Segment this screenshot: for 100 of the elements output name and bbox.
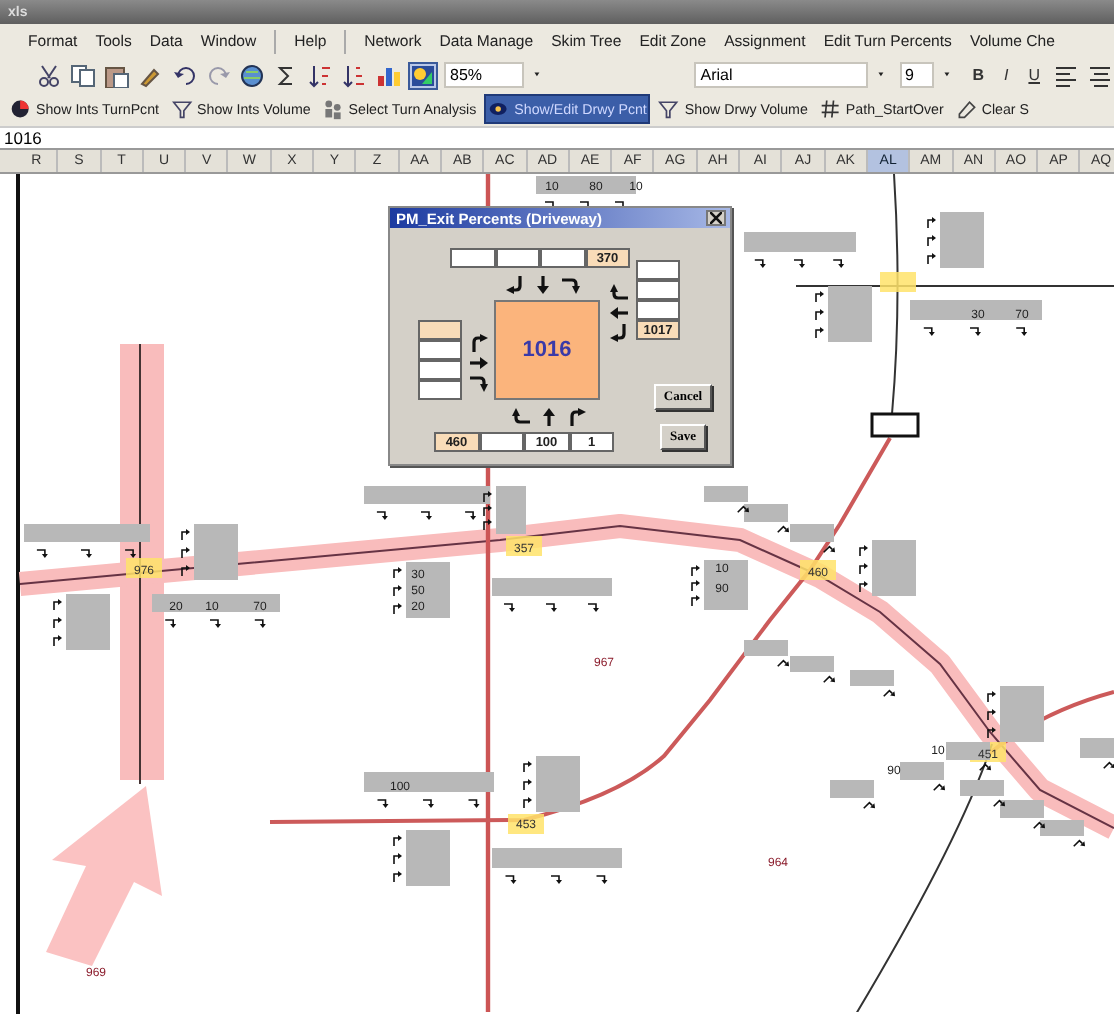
lane-block [828, 286, 872, 342]
eye-icon [488, 98, 511, 120]
globe-icon[interactable] [240, 63, 266, 87]
turn-arrow-icon [467, 799, 480, 808]
lane-block [496, 486, 526, 534]
turn-arrow-icon [545, 603, 557, 612]
turn-arrow-icon [969, 327, 981, 336]
lane-block [406, 562, 450, 618]
sort-descending-icon[interactable] [342, 63, 368, 87]
lane-block [24, 524, 150, 542]
dropdown-field[interactable]: 9 [899, 62, 935, 88]
turn-arrow-icon [978, 763, 992, 772]
turn-arrow-icon [595, 875, 608, 884]
turn-arrow-icon [512, 407, 530, 425]
turn-arrow-icon [862, 801, 876, 810]
turn-arrow-icon [164, 619, 177, 628]
input-field[interactable] [450, 248, 495, 268]
turn-arrow-icon [469, 333, 487, 351]
undo-icon[interactable] [172, 63, 198, 87]
lane-block [940, 212, 984, 268]
turn-arrow-icon [832, 259, 845, 268]
chart-icon[interactable] [376, 63, 402, 87]
input-field[interactable] [479, 432, 524, 452]
dropdown-field[interactable]: 85% [444, 62, 524, 88]
turn-arrow-icon [587, 603, 599, 612]
lane-block [850, 670, 894, 686]
turn-arrow-icon [568, 407, 586, 425]
pie-icon [10, 98, 32, 120]
input-field[interactable] [418, 380, 462, 400]
node-box[interactable] [870, 412, 920, 438]
underline-button[interactable]: U [1022, 66, 1046, 84]
turn-arrow-icon [124, 549, 137, 558]
lane-block [364, 486, 490, 504]
turn-arrow-icon [793, 259, 805, 268]
brush-icon[interactable] [138, 63, 164, 87]
bold-button[interactable]: B [966, 66, 990, 84]
turn-arrow-icon [503, 603, 515, 612]
lane-block [790, 524, 834, 542]
turn-arrow-icon [932, 783, 946, 792]
cut-icon[interactable] [36, 63, 62, 87]
turn-arrow-icon [992, 799, 1006, 808]
input-field[interactable] [540, 248, 585, 268]
turn-arrow-icon [1015, 327, 1028, 336]
lane-block [406, 830, 450, 886]
drawing-icon[interactable] [410, 63, 436, 87]
lane-block [536, 756, 580, 812]
lane-block [492, 578, 612, 596]
intersection-highlight [800, 560, 836, 580]
input-field[interactable] [636, 300, 680, 320]
turn-arrow-icon [469, 373, 487, 391]
intersection-highlight [880, 272, 916, 292]
lane-block [744, 504, 788, 522]
lane-block [900, 762, 944, 780]
turn-arrow-icon [376, 799, 389, 808]
turn-arrow-icon [822, 675, 836, 684]
lane-block [910, 300, 1042, 320]
paste-icon[interactable] [104, 63, 130, 87]
turn-arrow-icon [609, 324, 627, 342]
input-field[interactable] [418, 340, 462, 360]
input-field[interactable] [418, 360, 462, 380]
input-field[interactable] [418, 320, 462, 340]
close-icon [710, 212, 722, 224]
people-icon [322, 98, 345, 120]
turn-arrow-icon [1102, 761, 1114, 770]
turn-arrow-icon [80, 549, 92, 558]
turn-arrow-icon [754, 259, 766, 268]
intersection-highlight [506, 536, 542, 556]
lane-block [744, 232, 856, 252]
turn-arrow-icon [562, 275, 580, 293]
dropdown-field[interactable]: Arial [694, 62, 868, 88]
turn-arrow-icon [776, 525, 790, 534]
lane-block [1080, 738, 1114, 758]
lane-block [1000, 800, 1044, 818]
input-field[interactable] [636, 280, 680, 300]
funnel-icon [658, 98, 681, 120]
turn-arrow-icon [736, 505, 750, 514]
turn-arrow-icon [420, 511, 432, 520]
align-center-icon[interactable] [1088, 63, 1114, 87]
lane-block [960, 780, 1004, 796]
hash-icon [819, 98, 842, 120]
lane-block [1000, 686, 1044, 742]
driveway-total: 1016 [494, 300, 600, 400]
turn-arrow-icon [504, 875, 517, 884]
turn-arrow-icon [254, 619, 266, 628]
turn-arrow-icon [506, 275, 524, 293]
turn-arrow-icon [776, 659, 790, 668]
turn-arrow-icon [609, 284, 627, 302]
close-button[interactable] [706, 210, 726, 226]
copy-icon[interactable] [70, 63, 96, 87]
lane-block [364, 772, 494, 792]
sort-ascending-icon[interactable] [308, 63, 334, 87]
input-field[interactable] [636, 260, 680, 280]
turn-arrow-icon [422, 799, 434, 808]
lane-block [704, 560, 748, 610]
input-field[interactable] [495, 248, 540, 268]
turn-arrow-icon [882, 689, 896, 698]
right-arrow-icon [469, 353, 487, 371]
align-left-icon[interactable] [1054, 63, 1080, 87]
italic-button[interactable]: I [997, 66, 1015, 84]
turn-arrow-icon [209, 619, 221, 628]
